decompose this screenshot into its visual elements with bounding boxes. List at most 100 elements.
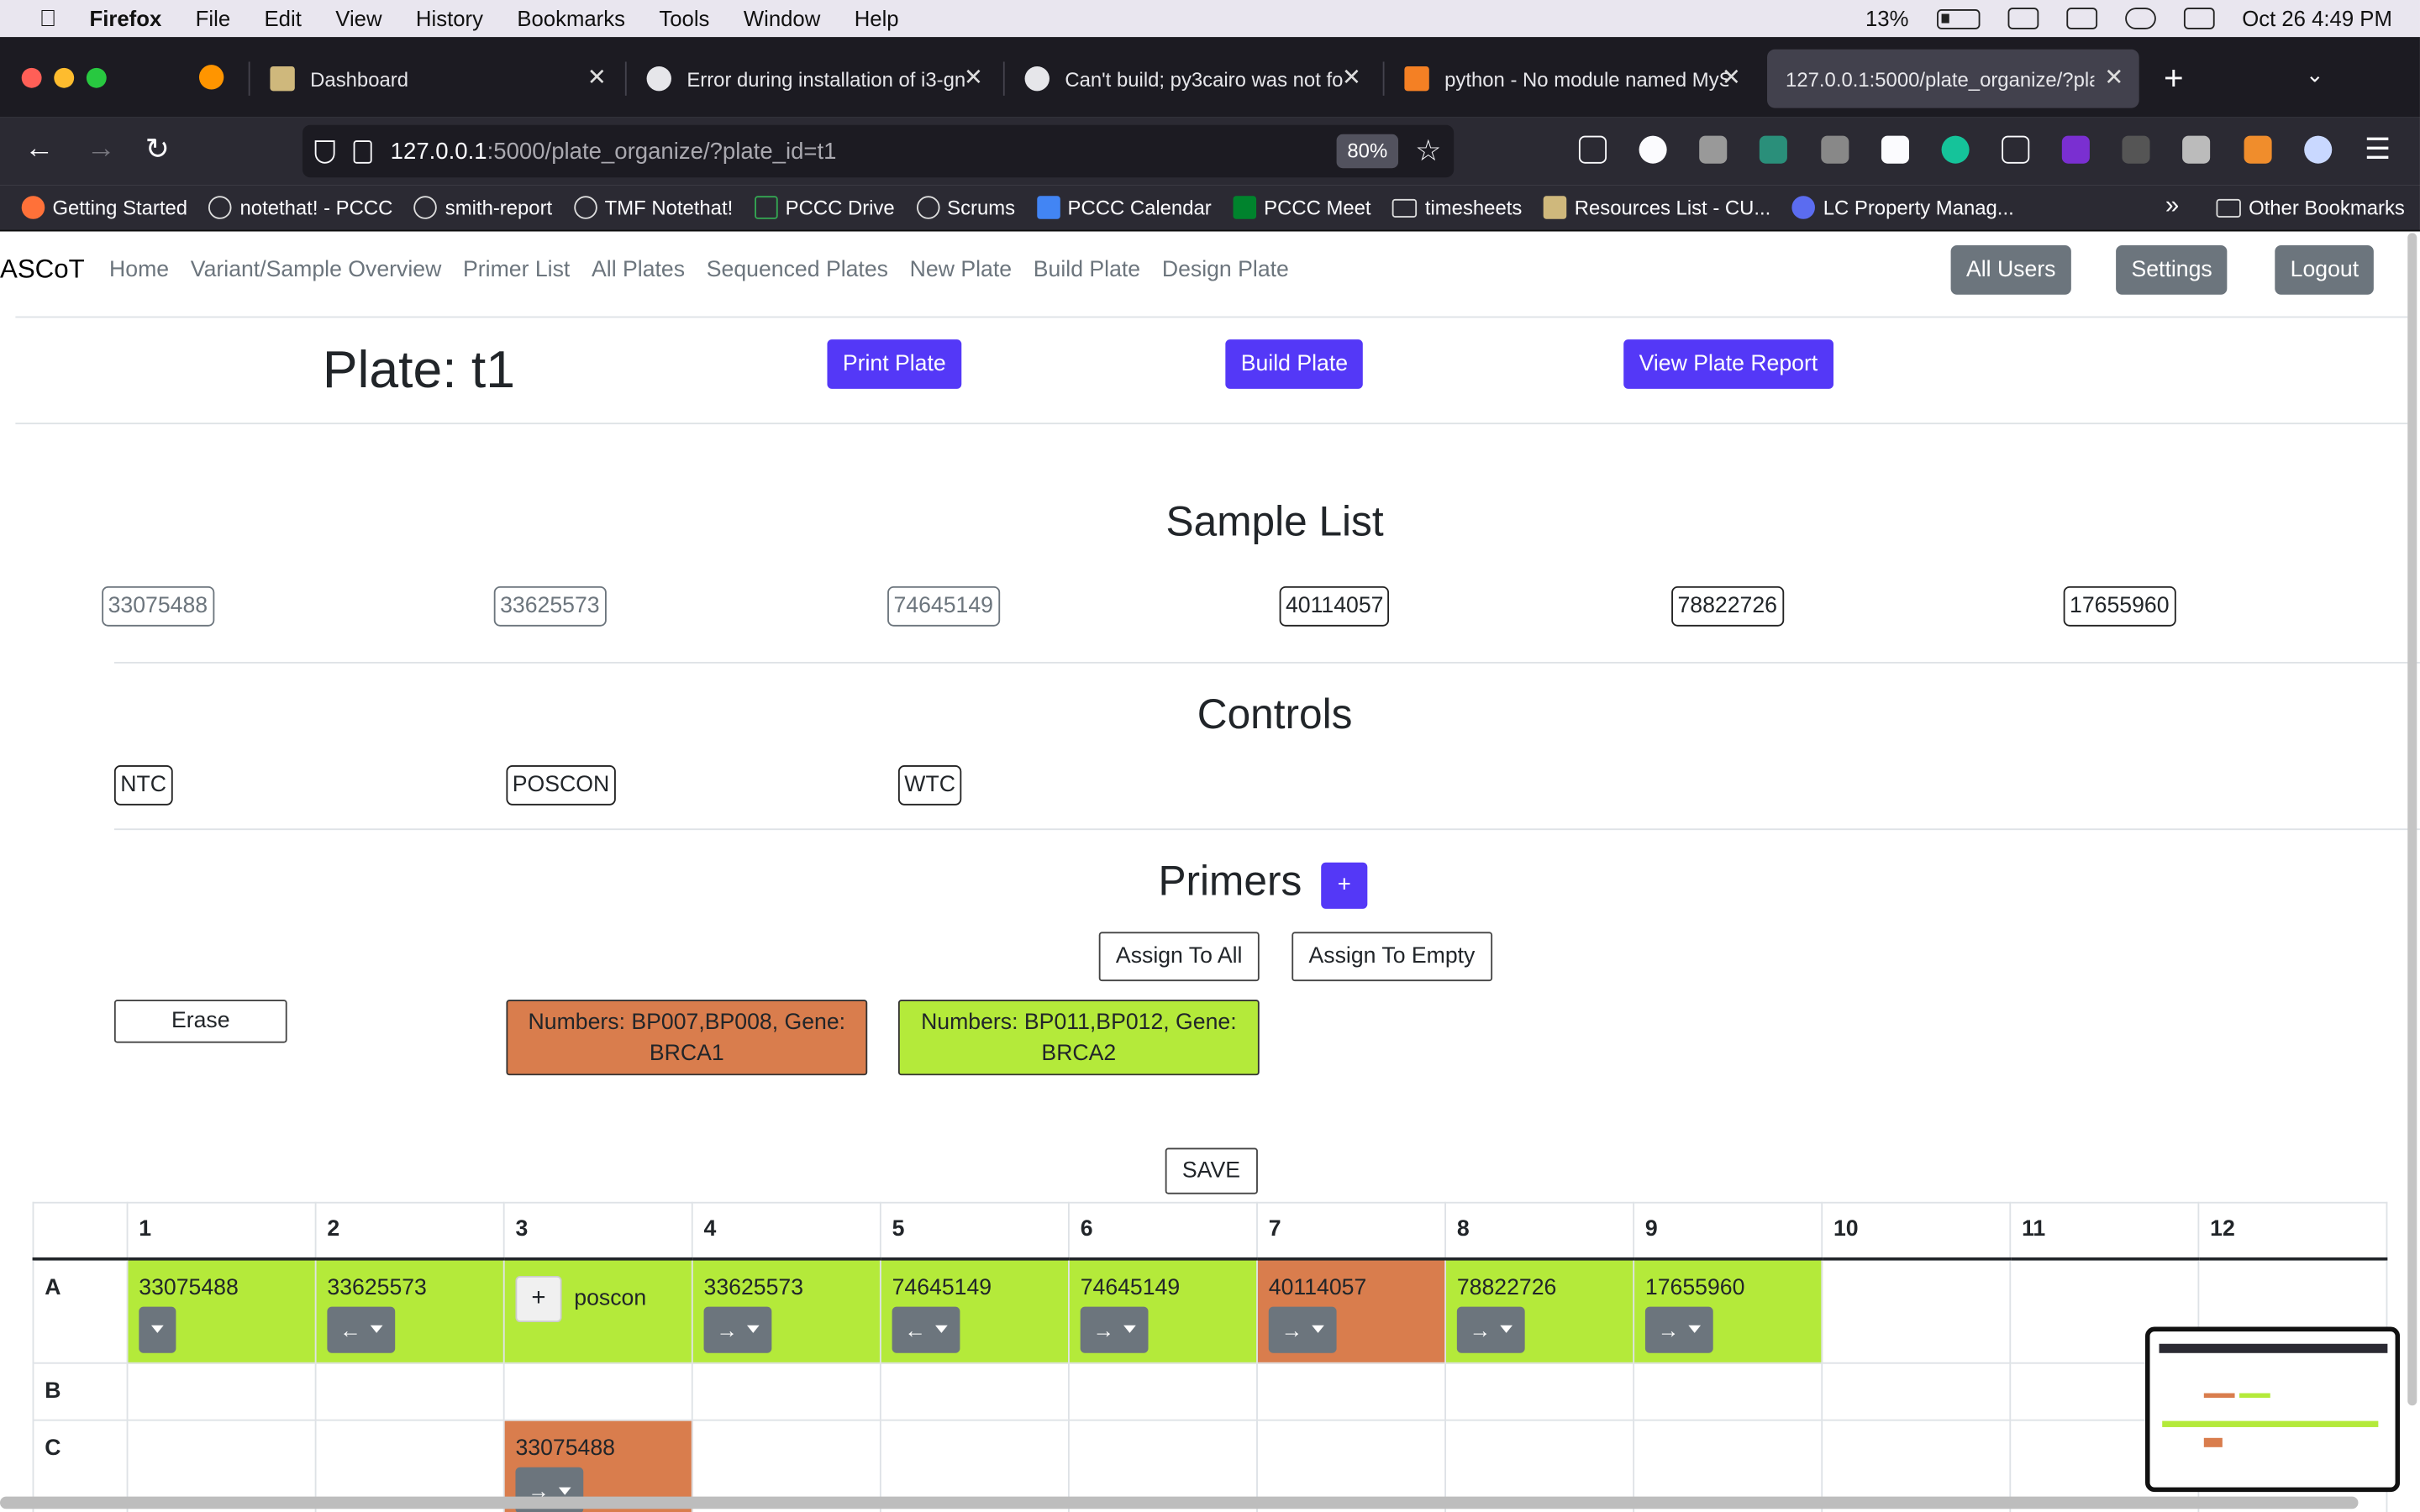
nav-sequenced-plates[interactable]: Sequenced Plates — [707, 258, 888, 282]
list-tabs-icon[interactable]: ⌄ — [2306, 61, 2324, 87]
account-icon[interactable] — [2304, 135, 2333, 164]
add-well-button[interactable]: + — [515, 1275, 562, 1322]
control-chip-poscon[interactable]: POSCON — [506, 765, 616, 806]
plate-well[interactable]: + poscon — [502, 1257, 693, 1364]
plate-well[interactable]: 74645149 ← — [879, 1257, 1070, 1364]
save-button[interactable]: SAVE — [1165, 1147, 1258, 1194]
assign-to-empty-button[interactable]: Assign To Empty — [1292, 932, 1492, 982]
bookmark-tmf-notethat[interactable]: TMF Notethat! — [573, 196, 733, 219]
menu-history[interactable]: History — [416, 6, 483, 30]
sample-chip[interactable]: 17655960 — [2063, 585, 2175, 627]
bookmark-pccc-meet[interactable]: PCCC Meet — [1233, 196, 1371, 219]
view-plate-report-button[interactable]: View Plate Report — [1623, 339, 1833, 389]
all-users-button[interactable]: All Users — [1950, 245, 2071, 295]
extension-pen-icon[interactable] — [1821, 135, 1849, 164]
url-bar[interactable]: 127.0.0.1:5000/plate_organize/?plate_id=… — [302, 124, 1455, 178]
close-tab-icon[interactable]: ✕ — [1342, 63, 1361, 91]
picture-in-picture-thumbnail[interactable] — [2145, 1326, 2401, 1493]
close-tab-icon[interactable]: ✕ — [587, 63, 607, 91]
bookmark-lc-property[interactable]: LC Property Manag... — [1792, 196, 2014, 219]
direction-dropdown-button[interactable]: → — [1080, 1305, 1149, 1352]
menubar-clock[interactable]: Oct 26 4:49 PM — [2242, 6, 2392, 30]
plate-well[interactable] — [691, 1362, 881, 1421]
plate-well[interactable]: 33075488 — [126, 1257, 317, 1364]
nav-new-plate[interactable]: New Plate — [910, 258, 1012, 282]
bookmark-getting-started[interactable]: Getting Started — [21, 196, 187, 219]
sublime-icon[interactable] — [2244, 135, 2272, 164]
menubar-app-name[interactable]: Firefox — [90, 6, 162, 30]
bookmark-scrums[interactable]: Scrums — [916, 196, 1015, 219]
firefox-view-icon[interactable] — [198, 65, 224, 90]
bookmark-star-icon[interactable]: ☆ — [1415, 134, 1441, 170]
grammarly-icon[interactable] — [1941, 135, 1970, 164]
plate-well[interactable] — [1821, 1257, 2012, 1364]
extension-s-icon[interactable] — [1759, 135, 1787, 164]
erase-button[interactable]: Erase — [113, 1000, 287, 1043]
forward-button[interactable]: → — [87, 133, 116, 166]
plate-well[interactable] — [1444, 1362, 1635, 1421]
tab-dashboard[interactable]: Dashboard ✕ — [251, 50, 622, 108]
plate-well[interactable] — [1067, 1362, 1258, 1421]
sample-chip[interactable]: 74645149 — [887, 585, 1000, 627]
bookmark-notethat-pccc[interactable]: notethat! - PCCC — [208, 196, 392, 219]
display-icon[interactable] — [2065, 8, 2097, 29]
extension-gray-icon[interactable] — [2122, 135, 2150, 164]
control-chip-wtc[interactable]: WTC — [897, 765, 962, 806]
menu-window[interactable]: Window — [744, 6, 820, 30]
plate-well[interactable] — [1821, 1362, 2012, 1421]
menu-bookmarks[interactable]: Bookmarks — [517, 6, 625, 30]
direction-dropdown-button[interactable]: → — [1268, 1305, 1337, 1352]
plate-well[interactable] — [879, 1362, 1070, 1421]
nav-home[interactable]: Home — [109, 258, 169, 282]
bitwarden-icon[interactable] — [1881, 135, 1909, 164]
menu-help[interactable]: Help — [855, 6, 899, 30]
other-bookmarks[interactable]: Other Bookmarks — [2216, 196, 2405, 219]
direction-dropdown-button[interactable] — [139, 1305, 176, 1352]
battery-icon[interactable] — [1936, 8, 1980, 29]
zoom-window-button[interactable] — [86, 67, 107, 88]
close-window-button[interactable] — [21, 67, 42, 88]
tab-plate-organize[interactable]: 127.0.0.1:5000/plate_organize/?plate ✕ — [1767, 49, 2139, 108]
primer-set-brca2[interactable]: Numbers: BP011,BP012, Gene: BRCA2 — [897, 1000, 1260, 1076]
minimize-window-button[interactable] — [54, 67, 75, 88]
screen-mirror-icon[interactable] — [2007, 8, 2039, 29]
plate-well[interactable] — [1633, 1362, 1823, 1421]
plate-well[interactable] — [502, 1362, 693, 1421]
sample-chip[interactable]: 78822726 — [1671, 585, 1784, 627]
menu-edit[interactable]: Edit — [265, 6, 302, 30]
bookmark-pccc-drive[interactable]: PCCC Drive — [754, 196, 895, 219]
new-tab-button[interactable]: + — [2164, 59, 2184, 99]
direction-dropdown-button[interactable]: ← — [892, 1305, 960, 1352]
sample-chip[interactable]: 33625573 — [493, 585, 606, 627]
direction-dropdown-button[interactable]: → — [703, 1305, 772, 1352]
grammarly-g-icon[interactable] — [1639, 135, 1667, 164]
direction-dropdown-button[interactable]: → — [1456, 1305, 1525, 1352]
nav-build-plate[interactable]: Build Plate — [1034, 258, 1140, 282]
extension-r-icon[interactable] — [2061, 135, 2090, 164]
shield-icon[interactable] — [314, 139, 335, 163]
reload-button[interactable]: ↻ — [145, 133, 170, 168]
plate-well[interactable]: 78822726 → — [1444, 1257, 1635, 1364]
control-center-icon[interactable] — [2183, 8, 2215, 29]
extension-js-icon[interactable] — [2182, 135, 2211, 164]
horizontal-scrollbar[interactable] — [0, 1496, 2359, 1509]
back-button[interactable]: ← — [24, 133, 54, 166]
plate-well[interactable]: 40114057 → — [1256, 1257, 1446, 1364]
close-tab-icon[interactable]: ✕ — [1722, 63, 1741, 91]
settings-button[interactable]: Settings — [2116, 245, 2228, 295]
tab-github-error[interactable]: Error during installation of i3-gn ✕ — [629, 50, 999, 108]
page-icon[interactable] — [353, 139, 372, 163]
nav-primer-list[interactable]: Primer List — [463, 258, 570, 282]
wifi-icon[interactable] — [2124, 8, 2156, 29]
tab-stackoverflow[interactable]: python - No module named MyS ✕ — [1386, 50, 1756, 108]
command-icon[interactable] — [2002, 135, 2030, 164]
nav-variant-sample-overview[interactable]: Variant/Sample Overview — [191, 258, 442, 282]
app-menu-icon[interactable]: ☰ — [2365, 133, 2391, 168]
menu-file[interactable]: File — [196, 6, 230, 30]
menu-tools[interactable]: Tools — [659, 6, 709, 30]
tab-github-py3cairo[interactable]: Can't build; py3cairo was not fo ✕ — [1007, 50, 1377, 108]
plate-well[interactable]: 33625573 ← — [314, 1257, 505, 1364]
print-plate-button[interactable]: Print Plate — [827, 339, 962, 389]
close-tab-icon[interactable]: ✕ — [964, 63, 983, 91]
bookmark-smith-report[interactable]: smith-report — [414, 196, 552, 219]
